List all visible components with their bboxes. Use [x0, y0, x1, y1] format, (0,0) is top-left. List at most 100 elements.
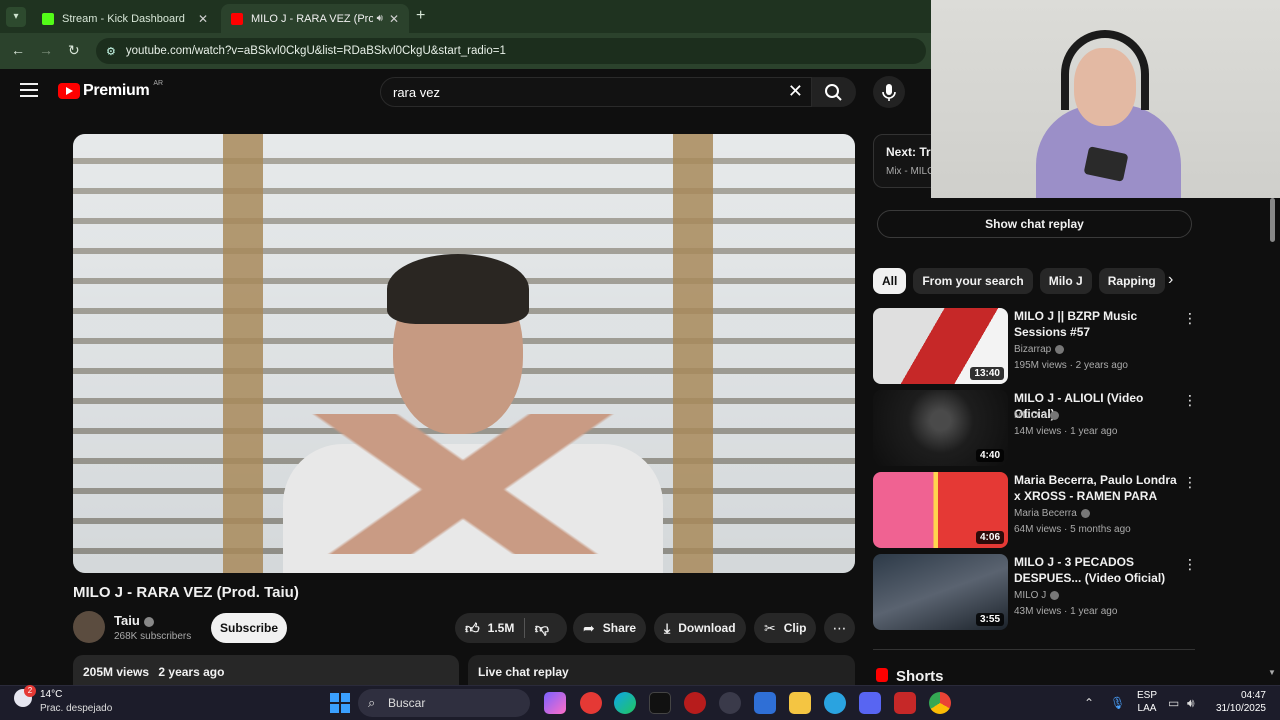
chip-all[interactable]: All [873, 268, 907, 294]
video-thumbnail[interactable]: 3:55 [873, 554, 1008, 630]
thumbs-down-icon[interactable]: 👎︎ [535, 620, 549, 637]
verified-badge-icon [143, 616, 154, 627]
reload-icon[interactable]: ↻ [68, 42, 80, 59]
scroll-down-arrow-icon[interactable]: ▼ [1268, 668, 1276, 677]
verified-badge-icon [1055, 344, 1065, 354]
copilot-app-icon[interactable] [544, 692, 566, 714]
recommendation-meta: 195M views · 2 years ago [1014, 360, 1128, 371]
webcam-overlay [931, 0, 1280, 198]
live-chat-label: Live chat replay [478, 665, 569, 679]
more-options-icon[interactable]: ⋮ [1183, 310, 1197, 327]
recommendation-item[interactable]: 4:06 Maria Becerra, Paulo Londra x XROSS… [873, 472, 1198, 550]
forward-arrow-icon[interactable]: → [39, 42, 53, 58]
youtube-premium-logo[interactable]: Premium AR [58, 80, 163, 100]
tab-kick-dashboard[interactable]: Stream - Kick Dashboard ✕ [32, 4, 218, 33]
tab-title: Stream - Kick Dashboard [62, 12, 185, 25]
share-button[interactable]: ➦ Share [573, 613, 647, 643]
recommendation-meta: 14M views · 1 year ago [1014, 426, 1118, 437]
clip-button[interactable]: ✂ Clip [754, 613, 817, 643]
recommendation-meta: 43M views · 1 year ago [1014, 606, 1118, 617]
voice-search-button[interactable] [873, 76, 905, 108]
duration-badge: 4:06 [975, 531, 1004, 544]
store-app-icon[interactable] [754, 692, 776, 714]
search-query: rara vez [393, 85, 440, 100]
language-indicator[interactable]: ESP LAA [1137, 689, 1157, 715]
scrollbar-thumb[interactable] [1270, 198, 1275, 242]
download-button[interactable]: ⤓ Download [654, 613, 746, 643]
chrome-app-icon[interactable] [929, 692, 951, 714]
description-box[interactable]: 205M views 2 years ago [73, 655, 459, 685]
chip-from-your-search[interactable]: From your search [913, 268, 1033, 294]
recommendation-channel[interactable]: MILO J [1014, 410, 1060, 421]
recommendation-channel[interactable]: MILO J [1014, 590, 1060, 601]
more-actions-icon[interactable]: ⋯ [824, 613, 855, 643]
temperature[interactable]: 14°C [40, 689, 62, 700]
discord-app-icon[interactable] [859, 692, 881, 714]
recommendation-title[interactable]: MILO J - 3 PECADOS DESPUES... (Video Ofi… [1014, 554, 1179, 586]
chevron-right-icon[interactable]: › [1168, 271, 1173, 289]
tab-title: MILO J - RARA VEZ (Prod. T [251, 12, 373, 25]
address-bar[interactable]: ⚙ youtube.com/watch?v=aBSkvl0CkgU&list=R… [96, 38, 926, 64]
recommendation-item[interactable]: 3:55 MILO J - 3 PECADOS DESPUES... (Vide… [873, 554, 1198, 632]
channel-name-text: Taiu [114, 613, 140, 628]
recommendation-channel[interactable]: Bizarrap [1014, 344, 1065, 355]
volume-icon[interactable]: 🔊︎ [1187, 696, 1195, 711]
weather-icon[interactable] [14, 685, 36, 707]
tiktok-app-icon[interactable] [649, 692, 671, 714]
more-options-icon[interactable]: ⋮ [1183, 556, 1197, 573]
subscribe-button[interactable]: Subscribe [211, 613, 287, 643]
close-tab-icon[interactable]: ✕ [389, 12, 399, 26]
channel-name[interactable]: Taiu [114, 613, 154, 628]
section-divider [873, 649, 1195, 650]
recommendation-title[interactable]: Maria Becerra, Paulo Londra x XROSS - RA… [1014, 472, 1179, 504]
edge-app-icon[interactable] [614, 692, 636, 714]
speaker-icon[interactable]: 🔊︎ [377, 13, 383, 24]
recommendation-meta: 64M views · 5 months ago [1014, 524, 1131, 535]
stream-app-icon[interactable] [894, 692, 916, 714]
live-chat-replay-header: Live chat replay [468, 655, 855, 685]
kick-favicon-icon [42, 12, 54, 25]
recommendation-item[interactable]: 4:40 MILO J - ALIOLI (Video Oficial) MIL… [873, 390, 1198, 468]
tray-chevron-up-icon[interactable]: ⌃ [1084, 696, 1094, 710]
microphone-tray-icon[interactable]: 🎙︎ [1110, 696, 1125, 710]
url-text: youtube.com/watch?v=aBSkvl0CkgU&list=RDa… [125, 45, 506, 57]
youtube-music-app-icon[interactable] [580, 692, 602, 714]
close-tab-icon[interactable]: ✕ [198, 12, 208, 26]
file-explorer-icon[interactable] [789, 692, 811, 714]
recommendation-item[interactable]: 13:40 MILO J || BZRP Music Sessions #57 … [873, 308, 1198, 386]
red-app-icon[interactable] [684, 692, 706, 714]
duration-badge: 13:40 [970, 367, 1004, 380]
site-info-icon[interactable]: ⚙ [106, 45, 116, 58]
back-arrow-icon[interactable]: ← [11, 42, 25, 58]
like-count[interactable]: 1.5M [488, 621, 515, 635]
taskbar-search-input[interactable]: ⌕ Buscar [358, 689, 530, 717]
new-tab-button[interactable]: + [416, 7, 425, 25]
tab-youtube-video[interactable]: MILO J - RARA VEZ (Prod. T 🔊︎ ✕ [221, 4, 409, 33]
more-options-icon[interactable]: ⋮ [1183, 474, 1197, 491]
recommendation-title[interactable]: MILO J || BZRP Music Sessions #57 [1014, 308, 1179, 340]
network-icon[interactable]: ▭ [1168, 696, 1179, 710]
more-options-icon[interactable]: ⋮ [1183, 392, 1197, 409]
channel-avatar[interactable] [73, 611, 105, 643]
clear-search-icon[interactable]: ✕ [788, 81, 803, 102]
telegram-app-icon[interactable] [824, 692, 846, 714]
video-player[interactable] [73, 134, 855, 573]
settings-app-icon[interactable] [719, 692, 741, 714]
chip-rapping[interactable]: Rapping [1098, 268, 1165, 294]
chip-milo-j[interactable]: Milo J [1039, 268, 1092, 294]
search-input[interactable]: rara vez ✕ [380, 77, 812, 107]
taskbar-clock[interactable]: 04:47 31/10/2025 [1214, 689, 1266, 715]
recommendation-channel[interactable]: Maria Becerra [1014, 508, 1090, 519]
windows-start-icon[interactable] [330, 693, 350, 713]
video-thumbnail[interactable]: 4:40 [873, 390, 1008, 466]
weather-condition[interactable]: Prac. despejado [40, 703, 112, 714]
show-chat-replay-button[interactable]: Show chat replay [877, 210, 1192, 238]
hamburger-menu-icon[interactable] [20, 83, 38, 97]
tab-search-button[interactable]: ▾ [6, 7, 26, 27]
logo-wordmark: Premium [83, 82, 150, 99]
video-thumbnail[interactable]: 13:40 [873, 308, 1008, 384]
search-icon: ⌕ [368, 695, 376, 710]
video-thumbnail[interactable]: 4:06 [873, 472, 1008, 548]
search-button[interactable] [812, 77, 856, 107]
thumbs-up-icon[interactable]: 👍︎ [465, 620, 480, 637]
